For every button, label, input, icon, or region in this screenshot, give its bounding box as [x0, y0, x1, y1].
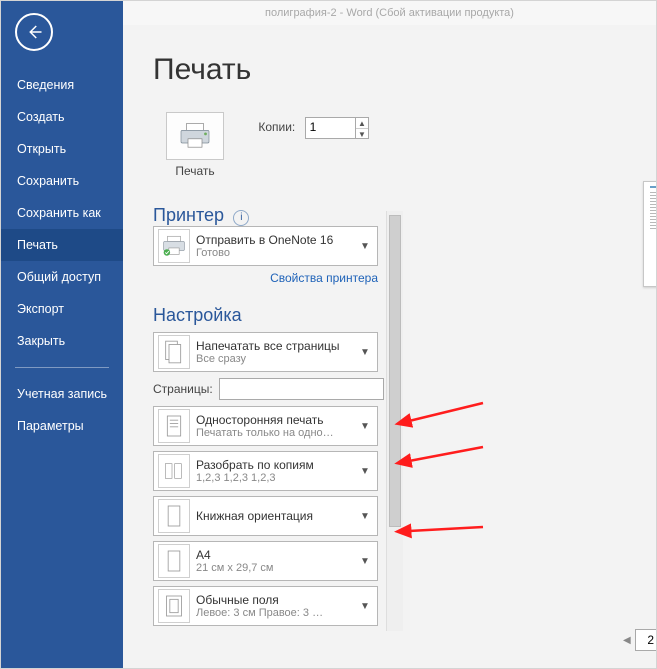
chevron-down-icon: ▼ [357, 421, 377, 432]
page-navigator: ◀ из ▶ [623, 626, 650, 654]
printer-info-icon[interactable]: i [233, 210, 249, 226]
settings-scrollbar[interactable] [386, 211, 403, 631]
settings-heading: Настройка [153, 305, 378, 326]
sides-select[interactable]: Односторонняя печать Печатать только на … [153, 406, 378, 446]
paper-size-select[interactable]: A4 21 см x 29,7 см ▼ [153, 541, 378, 581]
sidebar-item-print[interactable]: Печать [1, 229, 123, 261]
spinner-arrows: ▲ ▼ [355, 118, 368, 138]
sidebar-item-close[interactable]: Закрыть [1, 325, 123, 357]
collate-select[interactable]: Разобрать по копиям 1,2,3 1,2,3 1,2,3 ▼ [153, 451, 378, 491]
one-sided-icon [158, 409, 190, 443]
pages-label: Страницы: [153, 382, 213, 396]
sidebar-item-share[interactable]: Общий доступ [1, 261, 123, 293]
sidebar-item-saveas[interactable]: Сохранить как [1, 197, 123, 229]
printer-device-icon [158, 229, 190, 263]
copies-spinner[interactable]: ▲ ▼ [305, 117, 369, 139]
print-settings-column: Печать Печать Копии: [153, 53, 378, 631]
page-title: Печать [153, 53, 378, 87]
word-backstage-print: полиграфия-2 - Word (Сбой активации прод… [0, 0, 657, 669]
print-button[interactable]: Печать [153, 105, 237, 183]
chevron-down-icon: ▼ [357, 466, 377, 477]
print-panel: Печать Печать Копии: [123, 25, 656, 668]
sidebar-item-export[interactable]: Экспорт [1, 293, 123, 325]
print-button-label: Печать [166, 164, 224, 178]
printer-properties-link[interactable]: Свойства принтера [153, 271, 378, 285]
sidebar-item-save[interactable]: Сохранить [1, 165, 123, 197]
printer-status: Готово [196, 247, 357, 259]
pages-icon [158, 335, 190, 369]
printer-name: Отправить в OneNote 16 [196, 233, 357, 247]
chevron-down-icon: ▼ [357, 601, 377, 612]
copies-input[interactable] [306, 118, 352, 136]
paper-icon [158, 544, 190, 578]
back-button[interactable] [15, 13, 53, 51]
portrait-icon [158, 499, 190, 533]
page-number-input[interactable] [635, 629, 657, 651]
chevron-down-icon: ▼ [357, 511, 377, 522]
margins-icon [158, 589, 190, 623]
print-range-select[interactable]: Напечатать все страницы Все сразу ▼ [153, 332, 378, 372]
printer-select[interactable]: Отправить в OneNote 16 Готово ▼ [153, 226, 378, 266]
chevron-down-icon: ▼ [357, 241, 377, 252]
printer-icon [166, 112, 224, 160]
chevron-down-icon: ▼ [357, 347, 377, 358]
pages-input[interactable] [219, 378, 384, 400]
copies-up[interactable]: ▲ [356, 118, 368, 129]
copies-down[interactable]: ▼ [356, 129, 368, 139]
sidebar-item-options[interactable]: Параметры [1, 410, 123, 442]
chevron-down-icon: ▼ [357, 556, 377, 567]
sidebar-item-info[interactable]: Сведения [1, 69, 123, 101]
copies-group: Копии: ▲ ▼ [258, 117, 369, 139]
preview-page-1[interactable] [643, 181, 657, 287]
titlebar: полиграфия-2 - Word (Сбой активации прод… [123, 1, 656, 25]
margins-select[interactable]: Обычные поля Левое: 3 см Правое: 3 … ▼ [153, 586, 378, 626]
sidebar-item-account[interactable]: Учетная запись [1, 378, 123, 410]
sidebar-separator [15, 367, 109, 368]
prev-page-button[interactable]: ◀ [623, 634, 631, 646]
sidebar-item-new[interactable]: Создать [1, 101, 123, 133]
orientation-select[interactable]: Книжная ориентация ▼ [153, 496, 378, 536]
scrollbar-thumb[interactable] [389, 215, 401, 527]
pages-row: Страницы: i [153, 378, 378, 400]
print-preview [413, 175, 650, 612]
titlebar-text: полиграфия-2 - Word (Сбой активации прод… [265, 7, 514, 19]
printer-heading: Принтер [153, 205, 224, 225]
sidebar-item-open[interactable]: Открыть [1, 133, 123, 165]
copies-label: Копии: [258, 120, 295, 134]
collate-icon [158, 454, 190, 488]
backstage-sidebar: Сведения Создать Открыть Сохранить Сохра… [1, 1, 123, 668]
